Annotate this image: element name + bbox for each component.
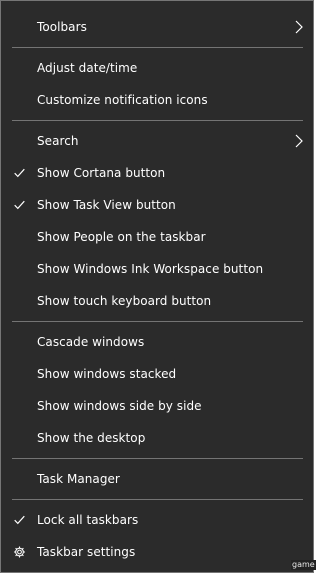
chevron-right-icon [295, 134, 303, 148]
menu-item-cascade-windows[interactable]: Cascade windows [1, 326, 313, 358]
menu-item-show-people-on-taskbar[interactable]: Show People on the taskbar [1, 221, 313, 253]
menu-separator [12, 120, 303, 121]
menu-separator [12, 499, 303, 500]
menu-separator [12, 47, 303, 48]
menu-separator [12, 458, 303, 459]
menu-item-adjust-date-time[interactable]: Adjust date/time [1, 52, 313, 84]
menu-item-label: Show windows side by side [37, 399, 202, 413]
menu-item-show-task-view-button[interactable]: Show Task View button [1, 189, 313, 221]
menu-item-show-windows-side-by-side[interactable]: Show windows side by side [1, 390, 313, 422]
menu-item-label: Cascade windows [37, 335, 145, 349]
menu-item-label: Toolbars [37, 20, 87, 34]
menu-item-show-touch-keyboard-button[interactable]: Show touch keyboard button [1, 285, 313, 317]
menu-item-label: Show Windows Ink Workspace button [37, 262, 264, 276]
checkmark-icon [14, 168, 25, 178]
menu-item-show-windows-ink-workspace-button[interactable]: Show Windows Ink Workspace button [1, 253, 313, 285]
menu-item-label: Customize notification icons [37, 93, 208, 107]
menu-item-show-the-desktop[interactable]: Show the desktop [1, 422, 313, 454]
menu-item-taskbar-settings[interactable]: Taskbar settings [1, 536, 313, 568]
menu-item-toolbars[interactable]: Toolbars [1, 11, 313, 43]
menu-item-label: Task Manager [37, 472, 120, 486]
checkmark-icon [14, 515, 25, 525]
menu-item-label: Adjust date/time [37, 61, 138, 75]
taskbar-context-menu: Toolbars Adjust date/time Customize noti… [0, 0, 316, 573]
menu-item-label: Show the desktop [37, 431, 146, 445]
menu-item-label: Show windows stacked [37, 367, 177, 381]
gear-icon [13, 546, 26, 558]
menu-item-label: Lock all taskbars [37, 513, 139, 527]
menu-item-show-cortana-button[interactable]: Show Cortana button [1, 157, 313, 189]
menu-item-task-manager[interactable]: Task Manager [1, 463, 313, 495]
menu-item-label: Show touch keyboard button [37, 294, 212, 308]
menu-separator [12, 321, 303, 322]
menu-item-search[interactable]: Search [1, 125, 313, 157]
watermark: game [291, 560, 316, 570]
menu-item-label: Show People on the taskbar [37, 230, 206, 244]
chevron-right-icon [295, 20, 303, 34]
menu-item-label: Show Cortana button [37, 166, 166, 180]
menu-item-lock-all-taskbars[interactable]: Lock all taskbars [1, 504, 313, 536]
menu-item-customize-notification-icons[interactable]: Customize notification icons [1, 84, 313, 116]
menu-item-label: Search [37, 134, 79, 148]
menu-item-label: Show Task View button [37, 198, 176, 212]
menu-item-label: Taskbar settings [37, 545, 136, 559]
checkmark-icon [14, 200, 25, 210]
menu-item-show-windows-stacked[interactable]: Show windows stacked [1, 358, 313, 390]
